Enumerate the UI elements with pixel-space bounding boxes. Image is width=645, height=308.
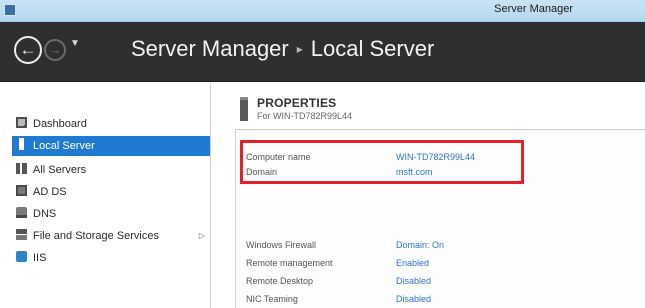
property-value-link[interactable]: Disabled (396, 294, 431, 304)
sidebar-item-file-and-storage-services[interactable]: File and Storage Services ▷ (16, 226, 211, 246)
sidebar-item-label: IIS (33, 252, 47, 264)
dashboard-icon (16, 117, 27, 128)
local-server-icon (19, 138, 24, 150)
window-titlebar: Server Manager (0, 0, 645, 22)
expand-arrow-icon[interactable]: ▷ (199, 226, 205, 246)
sidebar-item-label: Dashboard (33, 118, 87, 130)
property-row-remote-desktop: Remote Desktop Disabled (246, 276, 626, 288)
window-title: Server Manager (494, 3, 573, 15)
sidebar-item-label: DNS (33, 208, 57, 220)
breadcrumb-current: Local Server (310, 36, 435, 61)
history-dropdown-icon[interactable]: ▼ (70, 38, 80, 49)
all-servers-icon (16, 163, 27, 174)
server-properties-icon (240, 97, 248, 121)
property-row-remote-management: Remote management Enabled (246, 258, 626, 270)
sidebar-item-label: AD DS (33, 186, 67, 198)
file-storage-icon (16, 229, 27, 240)
property-key: Remote management (246, 258, 333, 268)
property-value-link[interactable]: Disabled (396, 276, 431, 286)
property-value-link[interactable]: msft.com (396, 167, 433, 177)
property-key: Domain (246, 167, 278, 177)
property-value-link[interactable]: Domain: On (396, 240, 444, 250)
header-bar: ← → ▼ Server Manager ▸ Local Server (0, 22, 645, 82)
property-row-computer-name: Computer name WIN-TD782R99L44 (246, 152, 626, 164)
property-key: NIC Teaming (246, 294, 298, 304)
sidebar-item-ad-ds[interactable]: AD DS (16, 182, 211, 202)
sidebar-item-local-server[interactable]: Local Server (12, 136, 210, 156)
back-arrow-icon[interactable]: ← (14, 36, 42, 64)
properties-panel: Computer name WIN-TD782R99L44 Domain msf… (235, 129, 645, 308)
forward-arrow-icon[interactable]: → (44, 39, 66, 61)
navigation-sidebar: Dashboard Local Server All Servers AD DS… (0, 83, 211, 308)
property-row-domain: Domain msft.com (246, 167, 626, 179)
property-key: Windows Firewall (246, 240, 317, 250)
property-value-link[interactable]: Enabled (396, 258, 429, 268)
breadcrumb: Server Manager ▸ Local Server (131, 36, 434, 62)
property-row-windows-firewall: Windows Firewall Domain: On (246, 240, 626, 252)
properties-subtitle: For WIN-TD782R99L44 (257, 111, 353, 121)
breadcrumb-separator-icon: ▸ (296, 42, 303, 56)
sidebar-item-label: All Servers (33, 164, 87, 176)
properties-heading: PROPERTIES (257, 96, 337, 110)
sidebar-item-label: Local Server (33, 140, 95, 152)
breadcrumb-root[interactable]: Server Manager (131, 36, 289, 61)
property-value-link[interactable]: WIN-TD782R99L44 (396, 152, 475, 162)
sidebar-item-all-servers[interactable]: All Servers (16, 160, 211, 180)
property-key: Computer name (246, 152, 311, 162)
sidebar-item-dns[interactable]: DNS (16, 204, 211, 224)
iis-icon (16, 251, 27, 262)
ad-ds-icon (16, 185, 27, 196)
dns-icon (16, 207, 27, 218)
property-key: Remote Desktop (246, 276, 314, 286)
sidebar-item-label: File and Storage Services (33, 230, 159, 242)
local-server-content: PROPERTIES For WIN-TD782R99L44 Computer … (211, 83, 645, 308)
sidebar-item-dashboard[interactable]: Dashboard (16, 114, 211, 134)
sidebar-item-iis[interactable]: IIS (16, 248, 211, 268)
property-row-nic-teaming: NIC Teaming Disabled (246, 294, 626, 306)
